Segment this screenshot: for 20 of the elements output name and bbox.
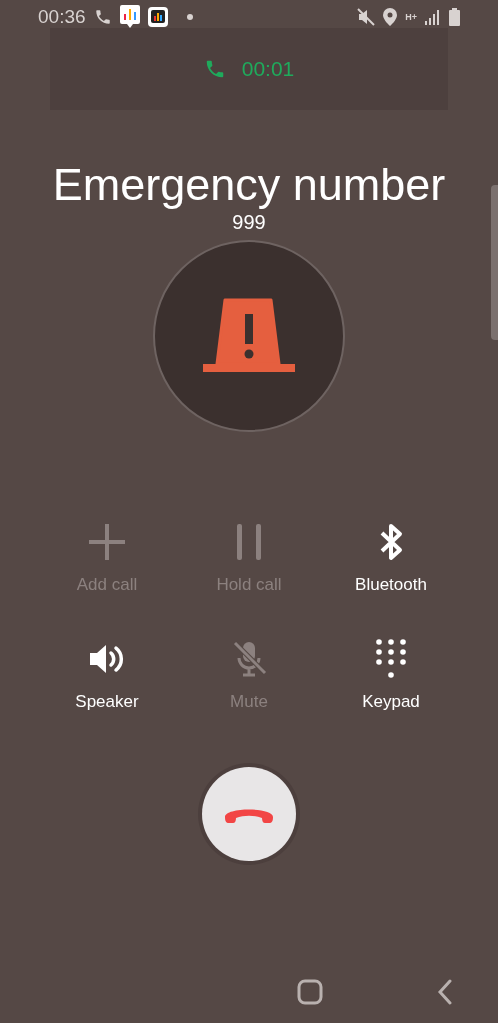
battery-icon [449,8,460,26]
muted-icon [357,8,376,26]
back-button[interactable] [437,979,453,1005]
chart-app-icon [147,7,168,27]
location-icon [383,8,398,26]
call-action-button[interactable]: Speaker [36,639,178,715]
phone-icon [93,8,112,26]
signal-icon [425,9,441,25]
status-time: 00:36 [38,4,86,29]
network-type: H+ [405,12,417,22]
call-action-button[interactable]: Bluetooth [320,521,462,597]
call-action-button[interactable]: Keypad [320,639,462,715]
notification-dot-icon [185,13,194,21]
plus-icon [87,521,127,562]
call-duration: 00:01 [241,56,295,83]
warning-cone-icon [203,297,295,374]
contact-name: Emergency number [51,160,447,210]
phone-number: 999 [231,209,267,234]
home-button[interactable] [297,979,323,1005]
chart-app-icon [119,5,140,29]
